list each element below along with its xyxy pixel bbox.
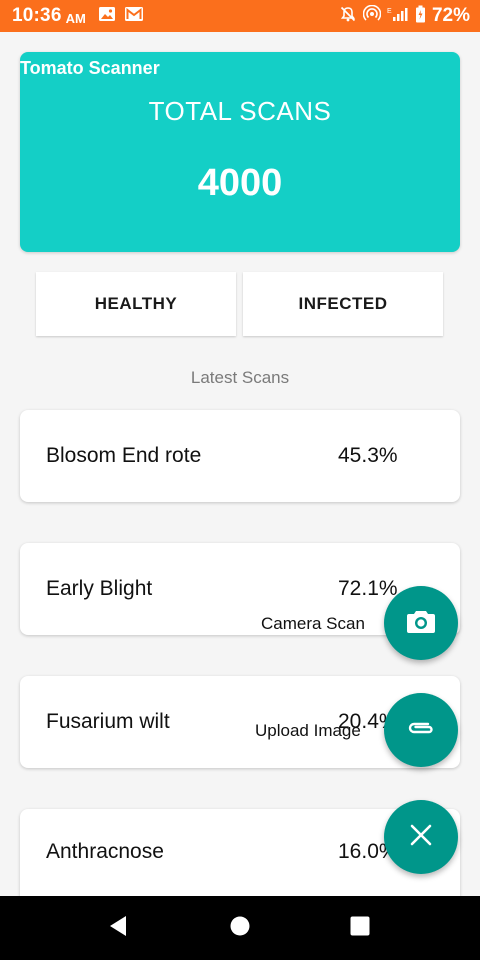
gmail-icon [124, 6, 144, 27]
scan-name: Early Blight [46, 577, 153, 600]
status-ampm: AM [65, 10, 86, 26]
battery-icon [415, 5, 426, 28]
total-scans-label: TOTAL SCANS [148, 96, 332, 126]
recents-icon [350, 916, 370, 941]
signal-icon: E [387, 6, 409, 27]
upload-image-button[interactable] [384, 693, 458, 767]
recents-button[interactable] [330, 896, 390, 960]
status-time: 10:36 [12, 5, 62, 26]
attachment-icon [406, 720, 436, 741]
home-button[interactable] [210, 896, 270, 960]
home-icon [230, 916, 250, 941]
healthy-button[interactable]: HEALTHY [36, 272, 236, 336]
close-menu-button[interactable] [384, 800, 458, 874]
gallery-icon [98, 6, 116, 27]
mute-icon [339, 5, 357, 28]
scan-name: Blosom End rote [46, 444, 202, 467]
status-bar: 10:36 AM E 72% [0, 0, 480, 32]
scan-card-blossom-end-rot[interactable]: Blosom End rote 45.3% [20, 410, 460, 502]
camera-scan-label[interactable]: Camera Scan [261, 614, 365, 634]
infected-button[interactable]: INFECTED [243, 272, 443, 336]
scan-name: Anthracnose [46, 840, 164, 863]
hotspot-icon [362, 4, 382, 28]
total-scans-value: 4000 [197, 162, 283, 204]
scan-percent: 45.3% [338, 444, 398, 467]
battery-percent: 72% [431, 5, 470, 26]
camera-scan-button[interactable] [384, 586, 458, 660]
total-scans-card: Tomato Scanner TOTAL SCANS 4000 [20, 52, 460, 252]
upload-image-label[interactable]: Upload Image [255, 721, 361, 741]
back-icon [108, 915, 128, 942]
back-button[interactable] [88, 896, 148, 960]
latest-scans-heading: Latest Scans [190, 368, 290, 387]
camera-icon [406, 608, 436, 639]
system-nav-bar [0, 896, 480, 960]
app-title: Tomato Scanner [20, 58, 160, 78]
close-icon [410, 824, 432, 851]
scan-name: Fusarium wilt [46, 710, 170, 733]
svg-text:E: E [387, 8, 392, 15]
